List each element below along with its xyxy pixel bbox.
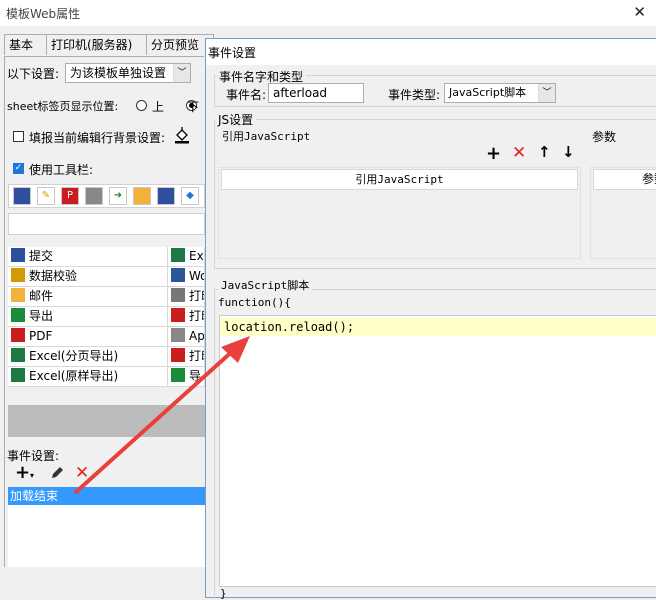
arrow-shaft — [74, 346, 238, 494]
annotation-arrow — [74, 336, 250, 494]
